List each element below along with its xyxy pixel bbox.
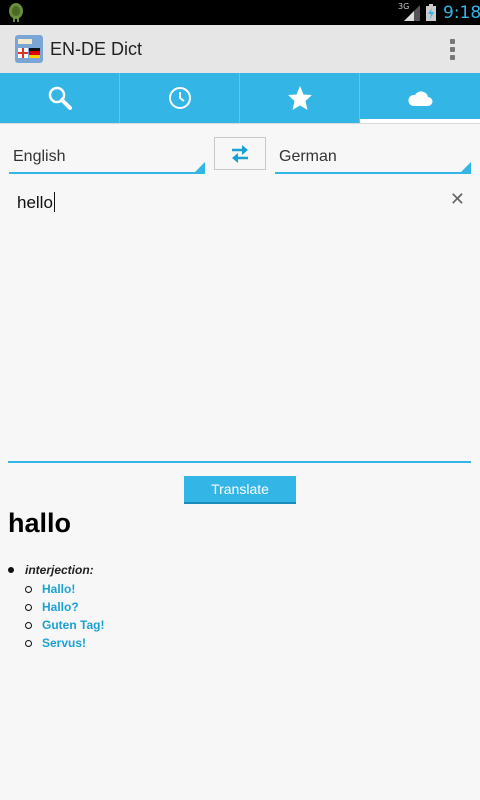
part-of-speech-item: interjection: (8, 563, 94, 577)
dropdown-corner-icon (195, 162, 205, 172)
translation-item[interactable]: Servus! (25, 634, 104, 652)
target-language-spinner[interactable]: German (275, 142, 471, 174)
status-bar: 3G 9:18 (0, 0, 480, 25)
history-clock-icon (168, 87, 191, 109)
cloud-icon (408, 91, 433, 106)
battery-icon (426, 4, 436, 21)
circle-bullet-icon (25, 639, 32, 647)
swap-languages-button[interactable] (214, 137, 266, 170)
signal-icon (404, 5, 420, 21)
target-language-label: German (279, 148, 337, 165)
translation-item[interactable]: Hallo! (25, 580, 104, 598)
input-value: hello (17, 193, 53, 212)
dropdown-corner-icon (461, 162, 471, 172)
result-headword: hallo (8, 508, 72, 538)
translation-item[interactable]: Hallo? (25, 598, 104, 616)
circle-bullet-icon (25, 585, 32, 593)
source-language-spinner[interactable]: English (9, 142, 205, 174)
translation-link[interactable]: Servus! (42, 636, 86, 650)
source-language-label: English (13, 148, 66, 165)
circle-bullet-icon (25, 621, 32, 629)
tab-search[interactable] (0, 73, 120, 123)
tab-online[interactable] (360, 73, 480, 123)
language-selector-row: English German (0, 123, 480, 184)
translation-link[interactable]: Hallo? (42, 600, 79, 614)
clear-input-icon[interactable]: ✕ (450, 189, 465, 210)
circle-bullet-icon (25, 603, 32, 611)
tab-favorites[interactable] (240, 73, 360, 123)
tab-bar (0, 73, 480, 123)
text-cursor (53, 192, 55, 212)
bullet-icon (8, 567, 14, 573)
input-text-wrapper: hello (17, 192, 55, 213)
app-title: EN-DE Dict (50, 39, 143, 59)
translation-link[interactable]: Hallo! (42, 582, 75, 596)
translation-list: Hallo! Hallo? Guten Tag! Servus! (25, 580, 104, 652)
swap-arrows-icon (232, 144, 248, 163)
translate-button[interactable]: Translate (184, 476, 296, 504)
action-bar: EN-DE Dict (0, 25, 480, 74)
search-icon (48, 86, 72, 110)
android-debug-icon (9, 3, 23, 22)
part-of-speech-label: interjection: (25, 563, 94, 577)
translation-link[interactable]: Guten Tag! (42, 618, 104, 632)
app-flag-icon (15, 35, 43, 63)
clock-time: 9:18 (443, 3, 480, 23)
favorites-star-icon (287, 86, 312, 110)
tab-history[interactable] (120, 73, 240, 123)
word-input-field[interactable]: hello ✕ (8, 183, 471, 463)
overflow-menu-icon[interactable] (442, 37, 462, 63)
translation-item[interactable]: Guten Tag! (25, 616, 104, 634)
